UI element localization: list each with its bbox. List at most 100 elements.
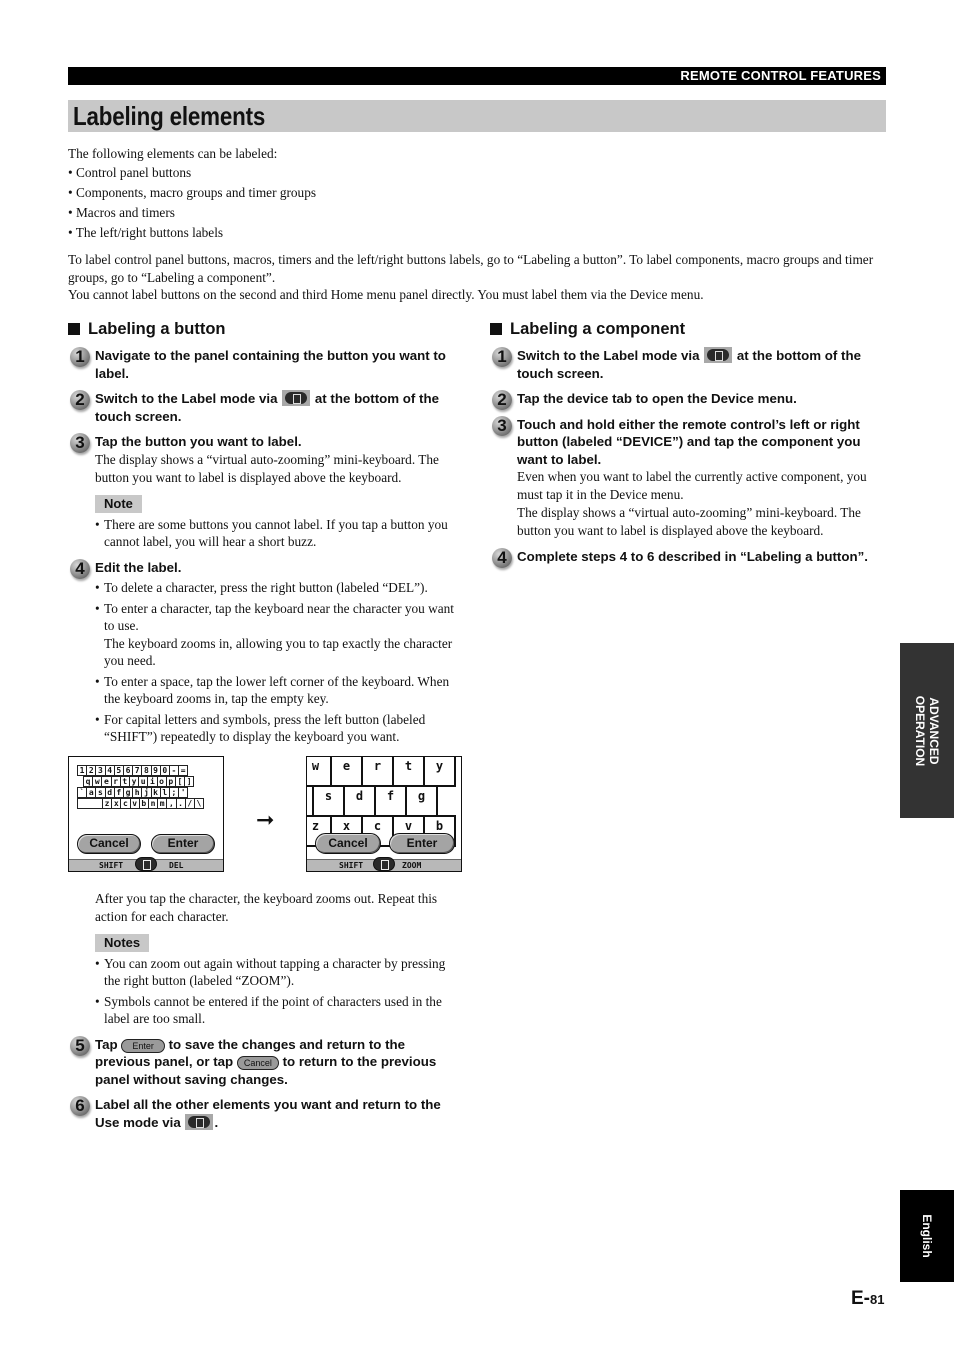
page-title: Labeling elements: [73, 101, 266, 131]
chapter-tab-line: OPERATION: [913, 695, 927, 767]
step-number-icon: 4: [70, 558, 90, 579]
notes-label: Notes: [95, 933, 150, 952]
step-1: 1 Switch to the Label mode via at the bo…: [490, 347, 882, 382]
step-heading: Touch and hold either the remote control…: [517, 416, 861, 467]
step-1: 1 Navigate to the panel containing the b…: [68, 347, 460, 382]
step-body: The display shows a “virtual auto-zoomin…: [95, 451, 439, 485]
bottom-button-strip: SHIFT DEL: [69, 856, 223, 871]
zoomed-keyboard-key[interactable]: s: [312, 784, 345, 817]
step-body: The display shows a “virtual auto-zoomin…: [517, 505, 861, 538]
step-number-icon: 4: [492, 548, 512, 568]
step-heading: Switch to the Label mode via at the bott…: [95, 390, 460, 425]
step-heading-text: Switch to the Label mode via: [517, 348, 700, 363]
zoomed-keyboard-key[interactable]: t: [392, 756, 425, 787]
mini-keyboard-grid: 1 2 3 4 5 6 7 8 9 0- = q w e r t y u i o p[] ` a s d f g h j k l; ' z x c v…: [77, 764, 205, 809]
chapter-tab-line: ADVANCED: [927, 697, 941, 765]
step-heading-text: Label all the other elements you want an…: [95, 1097, 441, 1130]
zoomed-keyboard-row: werty: [307, 756, 456, 787]
intro-bullet: • Components, macro groups and timer gro…: [68, 185, 317, 200]
zoomed-keyboard-key[interactable]: r: [361, 756, 394, 787]
step-6: 6 Label all the other elements you want …: [68, 1096, 460, 1131]
language-tab-label: English: [920, 1214, 934, 1258]
zoomed-keyboard-key[interactable]: e: [330, 756, 363, 787]
step-4-after-text: After you tap the character, the keyboar…: [95, 890, 438, 924]
title-bar: Labeling elements: [68, 100, 886, 132]
step-number-icon: 1: [492, 347, 512, 367]
step-number-icon: 2: [70, 390, 90, 410]
zoomed-keyboard-key[interactable]: y: [423, 756, 456, 787]
keyboard-key[interactable]: ': [178, 786, 189, 798]
step-2: 2 Switch to the Label mode via at the bo…: [68, 390, 460, 425]
keyboard-row: q w e r t y u i o p[]: [83, 775, 203, 787]
step-number-icon: 3: [70, 433, 90, 453]
label-mode-icon: [185, 1113, 214, 1130]
step-3: 3 Tap the button you want to label. The …: [68, 433, 460, 487]
zoom-label: ZOOM: [402, 860, 422, 870]
step-heading: Edit the label.: [95, 559, 182, 575]
label-mode-icon: [373, 856, 395, 871]
bottom-button-strip: SHIFT ZOOM: [307, 856, 461, 871]
intro-bullet: • Macros and timers: [68, 205, 175, 220]
step-heading: Tap the button you want to label.: [95, 434, 302, 449]
intro-bullet: • The left/right buttons labels: [68, 225, 224, 240]
step-heading: Navigate to the panel containing the but…: [95, 348, 446, 381]
labeling-component-section: Labeling a component 1 Switch to the Lab…: [490, 318, 882, 568]
zoomed-keyboard-key[interactable]: f: [374, 784, 407, 817]
space-key[interactable]: [77, 797, 103, 809]
label-mode-icon: [135, 856, 157, 871]
step-number-icon: 5: [70, 1035, 90, 1056]
section-heading: Labeling a button: [68, 318, 460, 340]
zoomed-keyboard-row: asdfg: [307, 784, 438, 817]
step-4: 4 Complete steps 4 to 6 described in “La…: [490, 548, 882, 568]
step-bullet: For capital letters and symbols, press t…: [95, 711, 460, 746]
language-tab: English: [900, 1190, 954, 1282]
section-header-bar: REMOTE CONTROL FEATURES: [68, 67, 886, 85]
note-bullet: You can zoom out again without tapping a…: [95, 955, 460, 990]
section-header-text: REMOTE CONTROL FEATURES: [680, 68, 881, 83]
page-number-prefix: E-: [851, 1288, 870, 1309]
step-heading-text: Tap: [95, 1036, 118, 1052]
shift-label: SHIFT: [339, 860, 364, 870]
note-box: Note There are some buttons you cannot l…: [95, 494, 460, 551]
right-arrow-icon: ➞: [256, 807, 275, 833]
step-bullet-text: To enter a character, tap the keyboard n…: [104, 600, 454, 634]
label-mode-icon: [704, 347, 733, 363]
cancel-button-icon: Cancel: [236, 1056, 279, 1070]
step-heading: Label all the other elements you want an…: [95, 1096, 460, 1131]
intro-bullet-list: • Control panel buttons • Components, ma…: [68, 163, 886, 243]
zoomed-keyboard-key[interactable]: w: [307, 756, 332, 787]
enter-button: Enter: [389, 832, 455, 854]
chapter-tab-label: ADVANCED OPERATION: [913, 696, 941, 766]
step-3: 3 Touch and hold either the remote contr…: [490, 415, 882, 541]
zoomed-keyboard-key[interactable]: g: [405, 784, 438, 817]
step-number-icon: 3: [492, 415, 512, 436]
keyboard-row: 1 2 3 4 5 6 7 8 9 0- =: [77, 764, 203, 776]
labeling-button-section: Labeling a button 1 Navigate to the pane…: [68, 318, 462, 1131]
intro: The following elements can be labeled: •…: [68, 145, 886, 304]
step-number-icon: 6: [70, 1096, 90, 1116]
step-heading: Tap the device tab to open the Device me…: [517, 391, 797, 406]
note-bullet: There are some buttons you cannot label.…: [95, 516, 460, 551]
page-number-value: 81: [870, 1292, 885, 1307]
intro-lead: The following elements can be labeled:: [68, 146, 278, 161]
shift-label: SHIFT: [99, 860, 124, 870]
zoomed-keyboard-key[interactable]: d: [343, 784, 376, 817]
section-heading: Labeling a component: [490, 318, 882, 340]
del-label: DEL: [169, 860, 184, 870]
step-number-icon: 2: [492, 390, 512, 410]
keyboard-row: z x c v b n m,. / \: [77, 797, 205, 809]
cancel-button: Cancel: [77, 833, 141, 854]
step-bullet-list: To delete a character, press the right b…: [95, 579, 460, 746]
keyboard-key[interactable]: =: [178, 764, 189, 776]
step-bullet: To delete a character, press the right b…: [95, 579, 460, 597]
step-heading: Tap Enter to save the changes and return…: [95, 1036, 460, 1089]
keyboard-key[interactable]: ]: [184, 775, 195, 787]
section-heading-text: Labeling a component: [510, 319, 686, 338]
chapter-tab: ADVANCED OPERATION: [900, 643, 954, 818]
step-2: 2 Tap the device tab to open the Device …: [490, 390, 882, 410]
keyboard-key[interactable]: \: [193, 797, 205, 809]
section-heading-text: Labeling a button: [88, 319, 226, 338]
cancel-button: Cancel: [315, 832, 381, 854]
step-body: Even when you want to label the currentl…: [517, 469, 867, 502]
enter-button: Enter: [151, 833, 215, 854]
